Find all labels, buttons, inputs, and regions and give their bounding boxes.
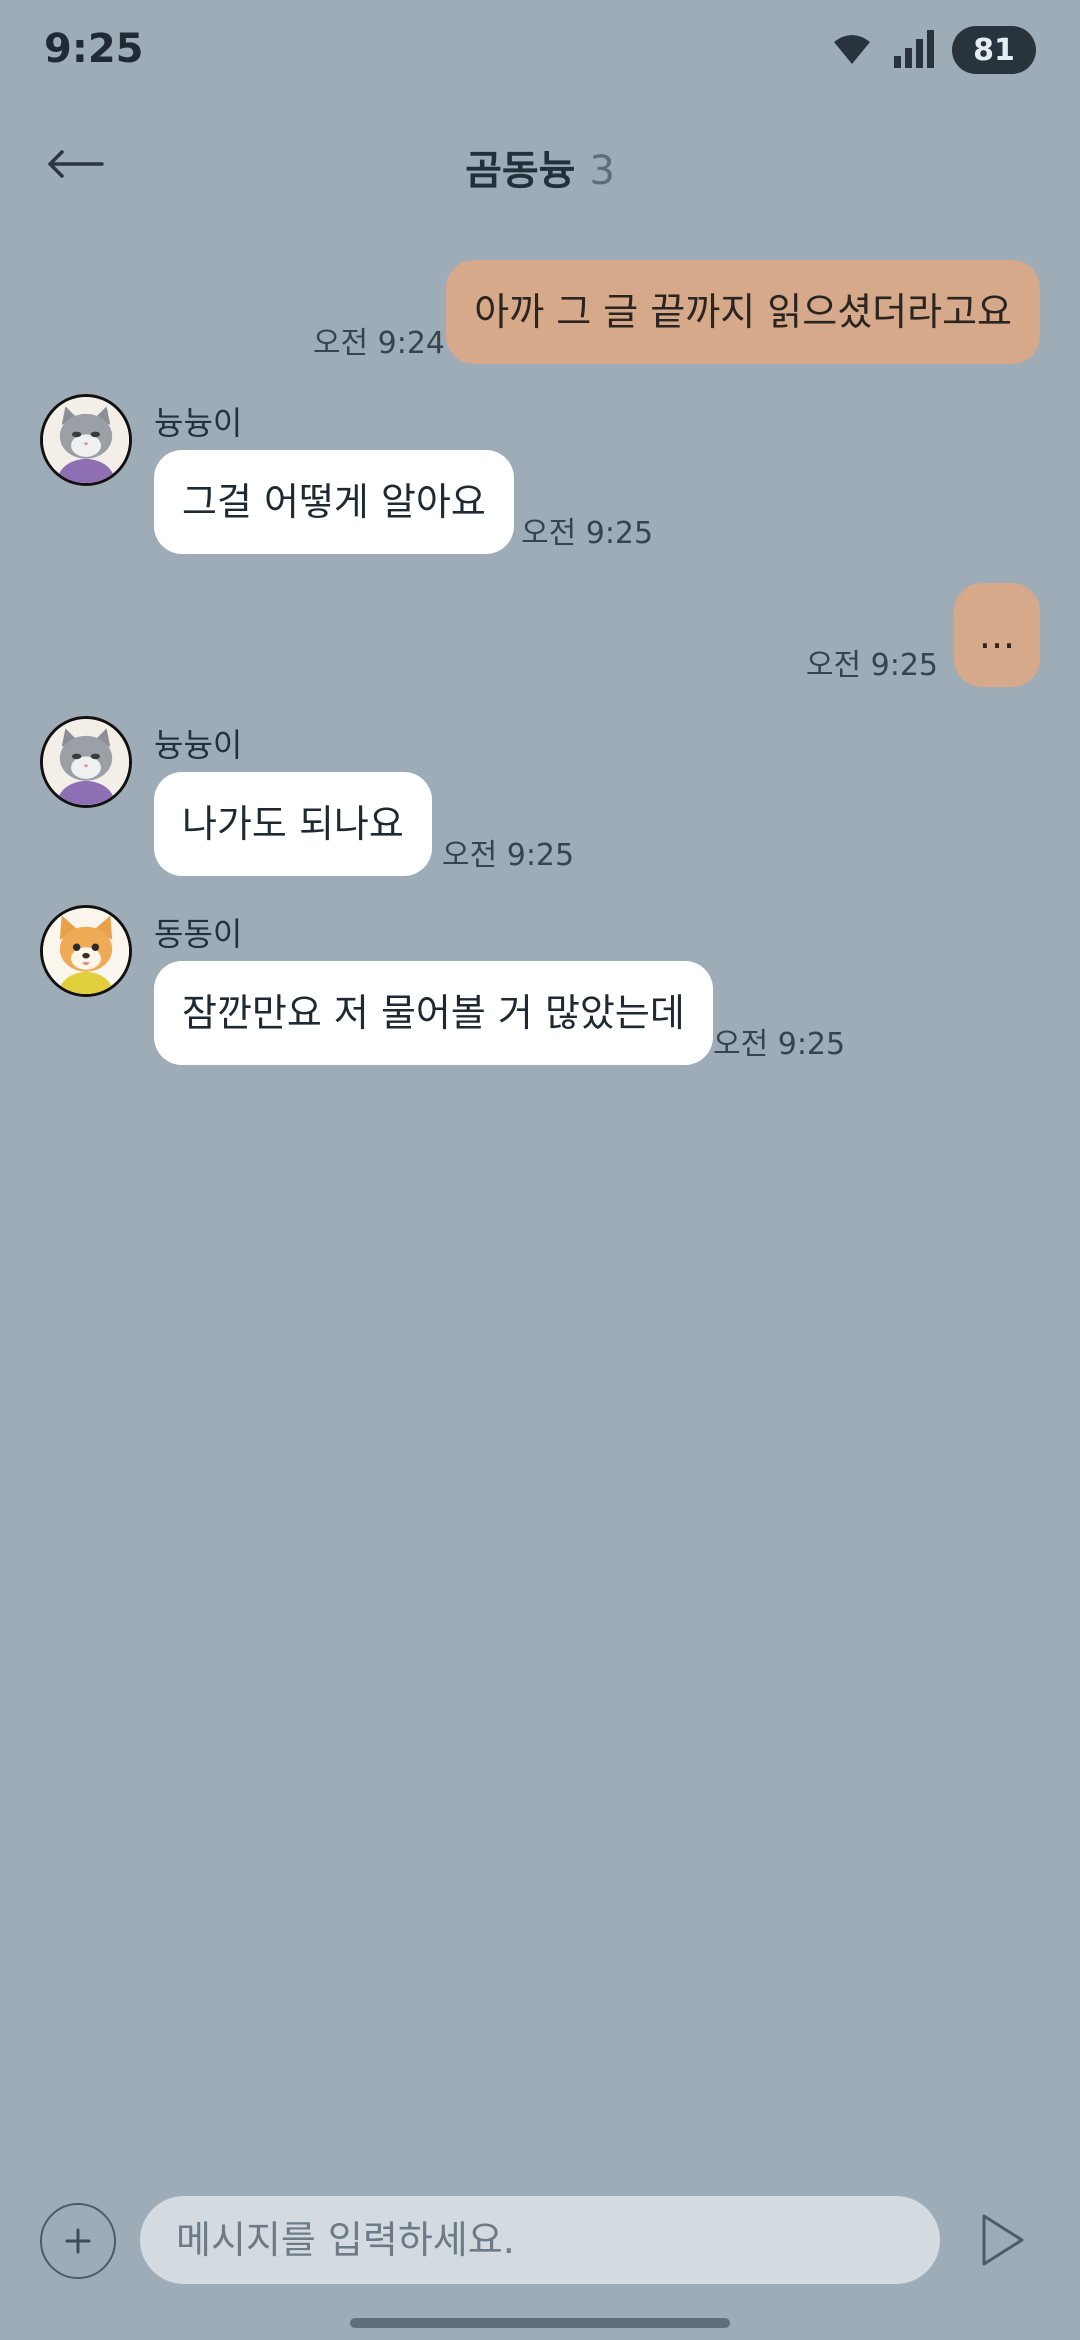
plus-button[interactable] [40, 2203, 116, 2279]
message-time: 오전 9:25 [521, 516, 654, 551]
message-time: 오전 9:25 [713, 1027, 846, 1062]
dog-avatar[interactable] [40, 905, 132, 997]
cat-avatar[interactable] [40, 394, 132, 486]
status-time: 9:25 [44, 26, 144, 72]
wifi-icon [834, 35, 870, 64]
chat-header: 곰동늉 3 [0, 120, 1080, 208]
message-bubble[interactable]: 아까 그 글 끝까지 읽으셨더라고요 [446, 260, 1040, 364]
member-count: 3 [589, 148, 615, 194]
message-bubble[interactable]: 그걸 어떻게 알아요 [154, 450, 514, 554]
message-bubble[interactable]: 나가도 되나요 [154, 772, 432, 876]
signal-icon [894, 30, 934, 68]
message-input[interactable] [140, 2196, 940, 2284]
plus-icon [65, 2228, 91, 2254]
message-bubble[interactable]: ... [954, 583, 1040, 687]
sender-name: 동동이 [154, 915, 243, 953]
status-bar: 9:25 81 [0, 0, 1080, 100]
message-time: 오전 9:24 [312, 326, 445, 361]
send-icon[interactable] [978, 2212, 1028, 2268]
cat-avatar[interactable] [40, 716, 132, 808]
sender-name: 늉늉이 [154, 404, 243, 442]
sender-name: 늉늉이 [154, 726, 243, 764]
chat-screen: 9:25 81 곰동늉 3 오전 9:24 아까 그 글 끝까지 읽으셨더라고요 [0, 0, 1080, 2340]
battery-badge: 81 [952, 26, 1036, 74]
message-time: 오전 9:25 [805, 648, 938, 683]
chat-title: 곰동늉 3 [0, 138, 1080, 196]
message-time: 오전 9:25 [442, 838, 575, 873]
home-indicator [350, 2318, 730, 2328]
message-bubble[interactable]: 잠깐만요 저 물어볼 거 많았는데 [154, 961, 713, 1065]
room-title: 곰동늉 [465, 148, 576, 194]
